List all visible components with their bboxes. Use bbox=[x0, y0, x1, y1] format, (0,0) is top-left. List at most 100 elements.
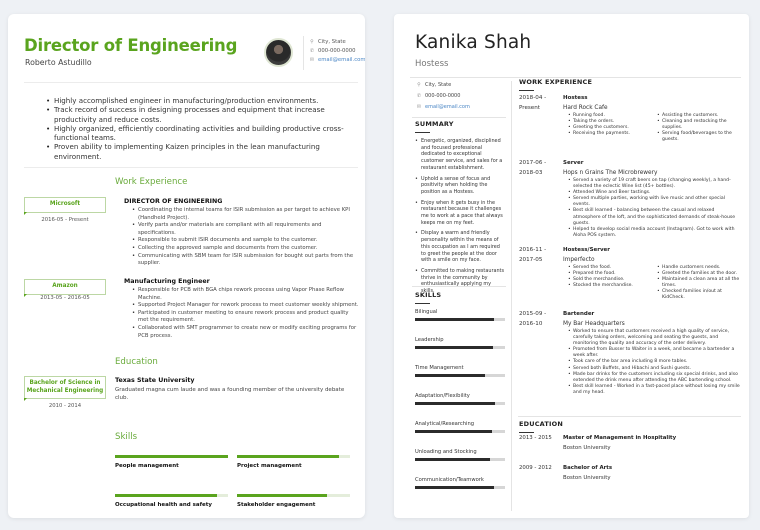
job-title: DIRECTOR OF ENGINEERING bbox=[124, 198, 223, 205]
degree-name: Master of Management in Hospitality bbox=[563, 435, 677, 441]
job-bullet: Receiving the payments. bbox=[568, 131, 652, 137]
skill-label: Analytical/Researching bbox=[415, 421, 475, 427]
resume-card-kanika[interactable]: Kanika Shah Hostess ⚲ City, State ✆ 000-00… bbox=[394, 14, 749, 518]
phone-icon: ✆ bbox=[309, 48, 315, 54]
job-bullet: Serving food/beverages to the guests. bbox=[657, 131, 741, 143]
job-bullet: Helped to develop social media account (… bbox=[568, 227, 741, 239]
job-company: Imperfecto bbox=[563, 256, 595, 263]
job-company: My Bar Headquarters bbox=[563, 320, 625, 327]
job-bullet: Served multiple parties, working with li… bbox=[568, 196, 741, 208]
divider bbox=[24, 167, 358, 168]
skill-bar bbox=[415, 374, 505, 377]
skill-item: Leadership bbox=[415, 337, 505, 349]
job-bullet: Served a variety of 19 craft beers on ta… bbox=[568, 178, 741, 190]
contact-phone: 000-000-0000 bbox=[425, 93, 461, 99]
job-bullet: Collecting the approved sample and docum… bbox=[132, 245, 359, 253]
job-entry: Manufacturing Engineer Responsible for P… bbox=[124, 278, 359, 340]
job-title: Manufacturing Engineer bbox=[124, 278, 210, 285]
map-pin-icon: ⚲ bbox=[310, 39, 314, 45]
job-bullet: Worked to ensure that customers received… bbox=[568, 329, 741, 347]
skill-item: People management bbox=[115, 455, 228, 469]
skill-item: Adaptation/Flexibility bbox=[415, 393, 505, 405]
degree-badge: Bachelor of Science in Mechanical Engine… bbox=[24, 376, 106, 401]
skill-bar bbox=[415, 402, 505, 405]
job-bullet: Made bar drinks for the customers includ… bbox=[568, 372, 741, 384]
skill-bar-fill bbox=[415, 486, 495, 489]
job-bullet: Stocked the merchandise. bbox=[568, 283, 652, 289]
avatar bbox=[264, 38, 293, 67]
skill-bar-fill bbox=[415, 374, 486, 377]
skill-bar-fill bbox=[237, 494, 328, 497]
job-bullet: Best skill learned - Worked in a fast-pa… bbox=[568, 384, 741, 396]
contact-email[interactable]: email@email.com bbox=[318, 56, 365, 65]
job-bullet: Maintained a clean area at all the times… bbox=[657, 277, 741, 289]
divider bbox=[518, 416, 741, 417]
degree-name: Bachelor of Arts bbox=[563, 465, 613, 471]
skill-bar bbox=[115, 494, 228, 497]
education-dates: 2013 - 2015 bbox=[519, 435, 552, 441]
section-heading-education: EDUCATION bbox=[519, 420, 564, 433]
skill-bar bbox=[415, 430, 505, 433]
contact-block: ⚲ City, State ✆ 000-000-0000 ✉ email@email.… bbox=[309, 38, 365, 65]
summary-item: Proven ability to implementing Kaizen pr… bbox=[46, 142, 346, 161]
divider bbox=[412, 286, 506, 287]
skill-bar bbox=[415, 318, 505, 321]
section-heading-skills: SKILLS bbox=[415, 291, 442, 304]
company-badge: Amazon bbox=[24, 279, 106, 296]
job-title: Bartender bbox=[563, 311, 595, 317]
school-name: Texas State University bbox=[115, 377, 195, 384]
education-entry: Texas State University Graduated magna c… bbox=[115, 377, 350, 402]
job-bullet: Cleaning and restocking the supplies. bbox=[657, 119, 741, 131]
job-bullet: Verify parts and/or materials are compli… bbox=[132, 222, 359, 237]
education-dates: 2009 - 2012 bbox=[519, 465, 552, 471]
job-bullet: Participated in customer meeting to ensu… bbox=[132, 310, 359, 325]
education-description: Graduated magna cum laude and was a foun… bbox=[115, 387, 345, 401]
resume-card-roberto[interactable]: Director of Engineering Roberto Astudill… bbox=[8, 14, 365, 518]
skill-bar-fill bbox=[115, 455, 228, 458]
job-bullet: Responsible to submit ISIR documents and… bbox=[132, 237, 359, 245]
contact-email[interactable]: email@email.com bbox=[425, 102, 470, 113]
job-bullet: Responsible for PCB with BGA chips rewor… bbox=[132, 287, 359, 302]
summary-list: Highly accomplished engineer in manufact… bbox=[46, 96, 346, 161]
section-heading-work: Work Experience bbox=[115, 177, 188, 187]
contact-divider bbox=[303, 36, 304, 70]
job-bullet: Coordinating the internal teams for ISIR… bbox=[132, 207, 359, 222]
section-heading-summary: SUMMARY bbox=[415, 120, 454, 133]
contact-block: ⚲ City, State ✆ 000-000-0000 ✉ email@email.… bbox=[416, 80, 470, 113]
skill-item: Unloading and Stocking bbox=[415, 449, 505, 461]
section-heading-education: Education bbox=[115, 357, 158, 367]
skill-bar bbox=[237, 494, 350, 497]
skill-label: Occupational health and safety bbox=[115, 501, 212, 508]
job-dates: 2016-11 - 2017-05 bbox=[519, 247, 547, 263]
job-bullet: Best skill learned - balancing between t… bbox=[568, 208, 741, 226]
skill-bar-fill bbox=[237, 455, 339, 458]
section-heading-work: WORK EXPERIENCE bbox=[519, 78, 593, 91]
summary-item: Highly accomplished engineer in manufact… bbox=[46, 96, 346, 106]
skill-label: Unloading and Stocking bbox=[415, 449, 477, 455]
skill-bar bbox=[415, 486, 505, 489]
skill-bar bbox=[415, 458, 505, 461]
map-pin-icon: ⚲ bbox=[417, 82, 421, 88]
resume-title: Director of Engineering bbox=[24, 36, 238, 55]
summary-item: Energetic, organized, disciplined and fo… bbox=[415, 138, 505, 172]
envelope-icon: ✉ bbox=[309, 57, 315, 63]
section-heading-skills: Skills bbox=[115, 432, 138, 442]
job-dates: 2015-09 - 2016-10 bbox=[519, 311, 547, 327]
job-bullet: Communicating with SBM team for ISIR sub… bbox=[132, 253, 359, 268]
skill-label: Adaptation/Flexibility bbox=[415, 393, 470, 399]
candidate-name: Kanika Shah bbox=[415, 32, 532, 53]
skill-item: Time Management bbox=[415, 365, 505, 377]
job-title: Hostess/Server bbox=[563, 247, 611, 253]
school-name: Boston University bbox=[563, 475, 611, 481]
job-title: Hostess bbox=[563, 95, 588, 101]
job-dates: 2018-04 - Present bbox=[519, 95, 547, 111]
phone-icon: ✆ bbox=[416, 93, 422, 99]
skill-item: Stakeholder engagement bbox=[237, 494, 350, 508]
skill-label: Project management bbox=[237, 462, 302, 469]
contact-phone: 000-000-0000 bbox=[318, 48, 356, 54]
job-dates: 2017-06 - 2018-03 bbox=[519, 160, 547, 176]
job-bullet: Supported Project Manager for rework pro… bbox=[132, 302, 359, 310]
candidate-name: Roberto Astudillo bbox=[25, 58, 92, 67]
divider bbox=[412, 117, 506, 118]
job-company: Hard Rock Cafe bbox=[563, 104, 608, 111]
